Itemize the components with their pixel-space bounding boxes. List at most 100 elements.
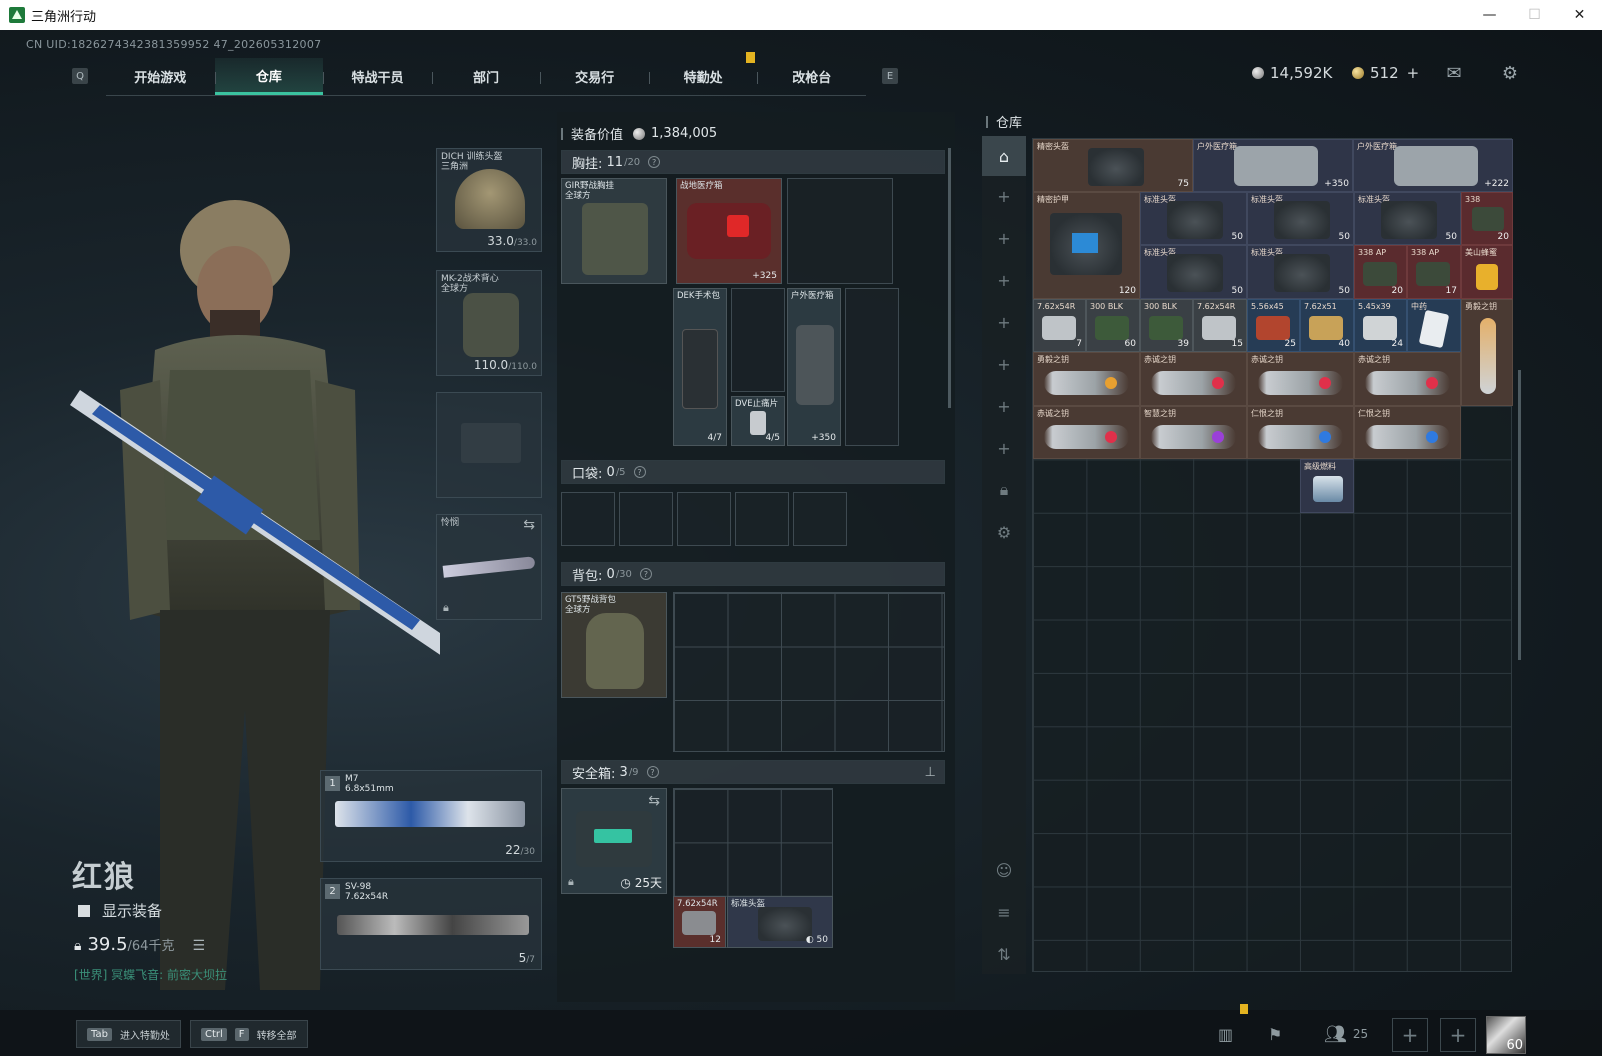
tab-warehouse[interactable]: 仓库 xyxy=(214,58,324,95)
lock-icon[interactable]: 🔒︎ xyxy=(982,470,1026,510)
warehouse-item[interactable]: 标准头盔 50 xyxy=(1140,245,1247,299)
transfer-all-button[interactable]: Ctrl F 转移全部 xyxy=(190,1020,308,1048)
pin-icon[interactable]: ⊥ xyxy=(925,765,936,780)
warehouse-item[interactable]: 精密头盔 75 xyxy=(1033,139,1193,192)
warehouse-item[interactable]: 338 20 xyxy=(1461,192,1513,245)
layers-icon[interactable]: ≡ xyxy=(982,892,1026,932)
warehouse-home-icon[interactable]: ⌂ xyxy=(982,136,1026,176)
surgery-kit-item[interactable]: DEK手术包 4/7 xyxy=(673,288,727,446)
warehouse-item[interactable]: 300 BLK 39 xyxy=(1140,299,1193,352)
gold-balance[interactable]: 512 + xyxy=(1352,64,1419,82)
warehouse-item[interactable]: 勇毅之钥 xyxy=(1033,352,1140,406)
add-tab-icon[interactable]: + xyxy=(982,302,1026,342)
sort-icon[interactable]: ⇅ xyxy=(982,934,1026,974)
warehouse-item[interactable]: 赤诚之钥 xyxy=(1033,406,1140,459)
pocket-cell[interactable] xyxy=(677,492,731,546)
tab-special-ops[interactable]: 特勤处 xyxy=(648,58,758,95)
warehouse-item[interactable]: 仁恨之钥 xyxy=(1354,406,1461,459)
add-tab-icon[interactable]: + xyxy=(982,218,1026,258)
friends-icon[interactable]: 👥︎ 25 xyxy=(1324,1020,1368,1048)
settings-gear-icon[interactable]: ⚙ xyxy=(982,512,1026,552)
tab-trading[interactable]: 交易行 xyxy=(540,58,649,95)
add-gold-button[interactable]: + xyxy=(1407,64,1420,82)
tab-department[interactable]: 部门 xyxy=(431,58,541,95)
secondary-weapon-slot[interactable]: 2 SV-98 7.62x54R 5/7 xyxy=(320,878,542,970)
warehouse-item[interactable]: 300 BLK 60 xyxy=(1086,299,1140,352)
tab-operators[interactable]: 特战干员 xyxy=(323,58,432,95)
warehouse-item[interactable]: 7.62x54R 7 xyxy=(1033,299,1086,352)
tab-gunsmith[interactable]: 改枪台 xyxy=(757,58,866,95)
warehouse-item[interactable]: 高级燃料 xyxy=(1300,459,1354,513)
warehouse-item[interactable]: 户外医疗箱 +350 xyxy=(1193,139,1353,192)
add-tab-icon[interactable]: + xyxy=(982,428,1026,468)
warehouse-item[interactable]: 7.62x51 40 xyxy=(1300,299,1354,352)
add-tab-icon[interactable]: + xyxy=(982,386,1026,426)
show-equipment-checkbox[interactable] xyxy=(78,904,90,917)
warehouse-item[interactable]: 中药 xyxy=(1407,299,1461,352)
safebox-item[interactable]: ⇆ 🔒︎ ◷ 25天 xyxy=(561,788,667,894)
backpack-grid[interactable] xyxy=(673,592,945,752)
show-equipment-toggle[interactable]: 显示装备 xyxy=(78,900,162,921)
chest-rig-cell[interactable] xyxy=(787,178,893,284)
warehouse-item[interactable]: 7.62x54R 15 xyxy=(1193,299,1247,352)
help-icon[interactable]: ? xyxy=(646,766,659,778)
mail-icon[interactable]: ✉ xyxy=(1442,63,1466,84)
warehouse-item[interactable]: 338 AP 20 xyxy=(1354,245,1407,299)
world-chat-message[interactable]: [世界] 冥蝶飞音: 前密大坝拉 xyxy=(74,966,227,983)
stats-chart-icon[interactable]: ▥ xyxy=(1218,1020,1233,1048)
add-tab-icon[interactable]: + xyxy=(982,260,1026,300)
standard-helmet-item[interactable]: 标准头盔 ◐ 50 xyxy=(727,896,833,948)
pocket-cell[interactable] xyxy=(561,492,615,546)
operator-icon[interactable]: ☺ xyxy=(982,850,1026,890)
outdoor-medkit-item[interactable]: 户外医疗箱 +350 xyxy=(787,288,841,446)
warehouse-item[interactable]: 赤诚之钥 xyxy=(1354,352,1461,406)
add-tab-icon[interactable]: + xyxy=(982,344,1026,384)
armor-slot[interactable]: MK-2战术背心 全球方 110.0/110.0 xyxy=(436,270,542,376)
painkiller-item[interactable]: DVE止痛片 4/5 xyxy=(731,396,785,446)
flag-icon[interactable]: ⚑ xyxy=(1268,1020,1282,1048)
warehouse-item[interactable]: 美山蜂蜜 xyxy=(1461,245,1513,299)
warehouse-item[interactable]: 338 AP 17 xyxy=(1407,245,1461,299)
pocket-cell[interactable] xyxy=(793,492,847,546)
pistol-slot[interactable] xyxy=(436,392,542,498)
helmet-slot[interactable]: DICH 训练头盔 三角洲 33.0/33.0 xyxy=(436,148,542,252)
warehouse-item[interactable]: 赤诚之钥 xyxy=(1140,352,1247,406)
swap-icon[interactable]: ⇆ xyxy=(648,793,660,809)
chest-rig-item[interactable]: GIR野战胸挂 全球方 xyxy=(561,178,667,284)
help-icon[interactable]: ? xyxy=(648,156,661,168)
warehouse-item[interactable]: 精密护甲 120 xyxy=(1033,192,1140,299)
settings-gear-icon[interactable]: ⚙ xyxy=(1498,63,1522,84)
warehouse-scrollbar[interactable] xyxy=(1518,370,1521,660)
backpack-item[interactable]: GT5野战背包 全球方 xyxy=(561,592,667,698)
warehouse-item[interactable]: 标准头盔 50 xyxy=(1354,192,1461,245)
melee-slot[interactable]: 怜悯 ⇆ 🔒︎ xyxy=(436,514,542,620)
pocket-cell[interactable] xyxy=(619,492,673,546)
warehouse-item[interactable]: 标准头盔 50 xyxy=(1247,245,1354,299)
enter-special-ops-button[interactable]: Tab 进入特勤处 xyxy=(76,1020,181,1048)
list-icon[interactable]: ☰ xyxy=(192,938,205,954)
warehouse-item[interactable]: 仁恨之钥 xyxy=(1247,406,1354,459)
warehouse-item[interactable]: 户外医疗箱 +222 xyxy=(1353,139,1513,192)
player-avatar[interactable]: 60 xyxy=(1486,1016,1526,1054)
field-medkit-item[interactable]: 战地医疗箱 +325 xyxy=(676,178,782,284)
warehouse-item[interactable]: 勇毅之钥 xyxy=(1461,299,1513,406)
ammo-762x54r-item[interactable]: 7.62x54R 12 xyxy=(673,896,726,948)
party-slot-button[interactable]: + xyxy=(1392,1018,1428,1052)
party-slot-button[interactable]: + xyxy=(1440,1018,1476,1052)
close-button[interactable]: ✕ xyxy=(1557,0,1602,30)
warehouse-item[interactable]: 5.45x39 24 xyxy=(1354,299,1407,352)
loadout-scrollbar[interactable] xyxy=(948,148,951,408)
help-icon[interactable]: ? xyxy=(639,568,652,580)
pocket-cell[interactable] xyxy=(735,492,789,546)
warehouse-item[interactable]: 标准头盔 50 xyxy=(1140,192,1247,245)
maximize-button[interactable]: ☐ xyxy=(1512,0,1557,30)
warehouse-grid[interactable]: 精密头盔 75 户外医疗箱 +350 户外医疗箱 +222 精密护甲 120 标… xyxy=(1032,138,1513,972)
warehouse-item[interactable]: 赤诚之钥 xyxy=(1247,352,1354,406)
chest-rig-cell[interactable] xyxy=(845,288,899,446)
minimize-button[interactable]: — xyxy=(1467,0,1512,30)
swap-icon[interactable]: ⇆ xyxy=(523,517,535,533)
add-tab-icon[interactable]: + xyxy=(982,176,1026,216)
tab-start-game[interactable]: 开始游戏 xyxy=(106,58,215,95)
warehouse-item[interactable]: 智慧之钥 xyxy=(1140,406,1247,459)
warehouse-item[interactable]: 标准头盔 50 xyxy=(1247,192,1354,245)
